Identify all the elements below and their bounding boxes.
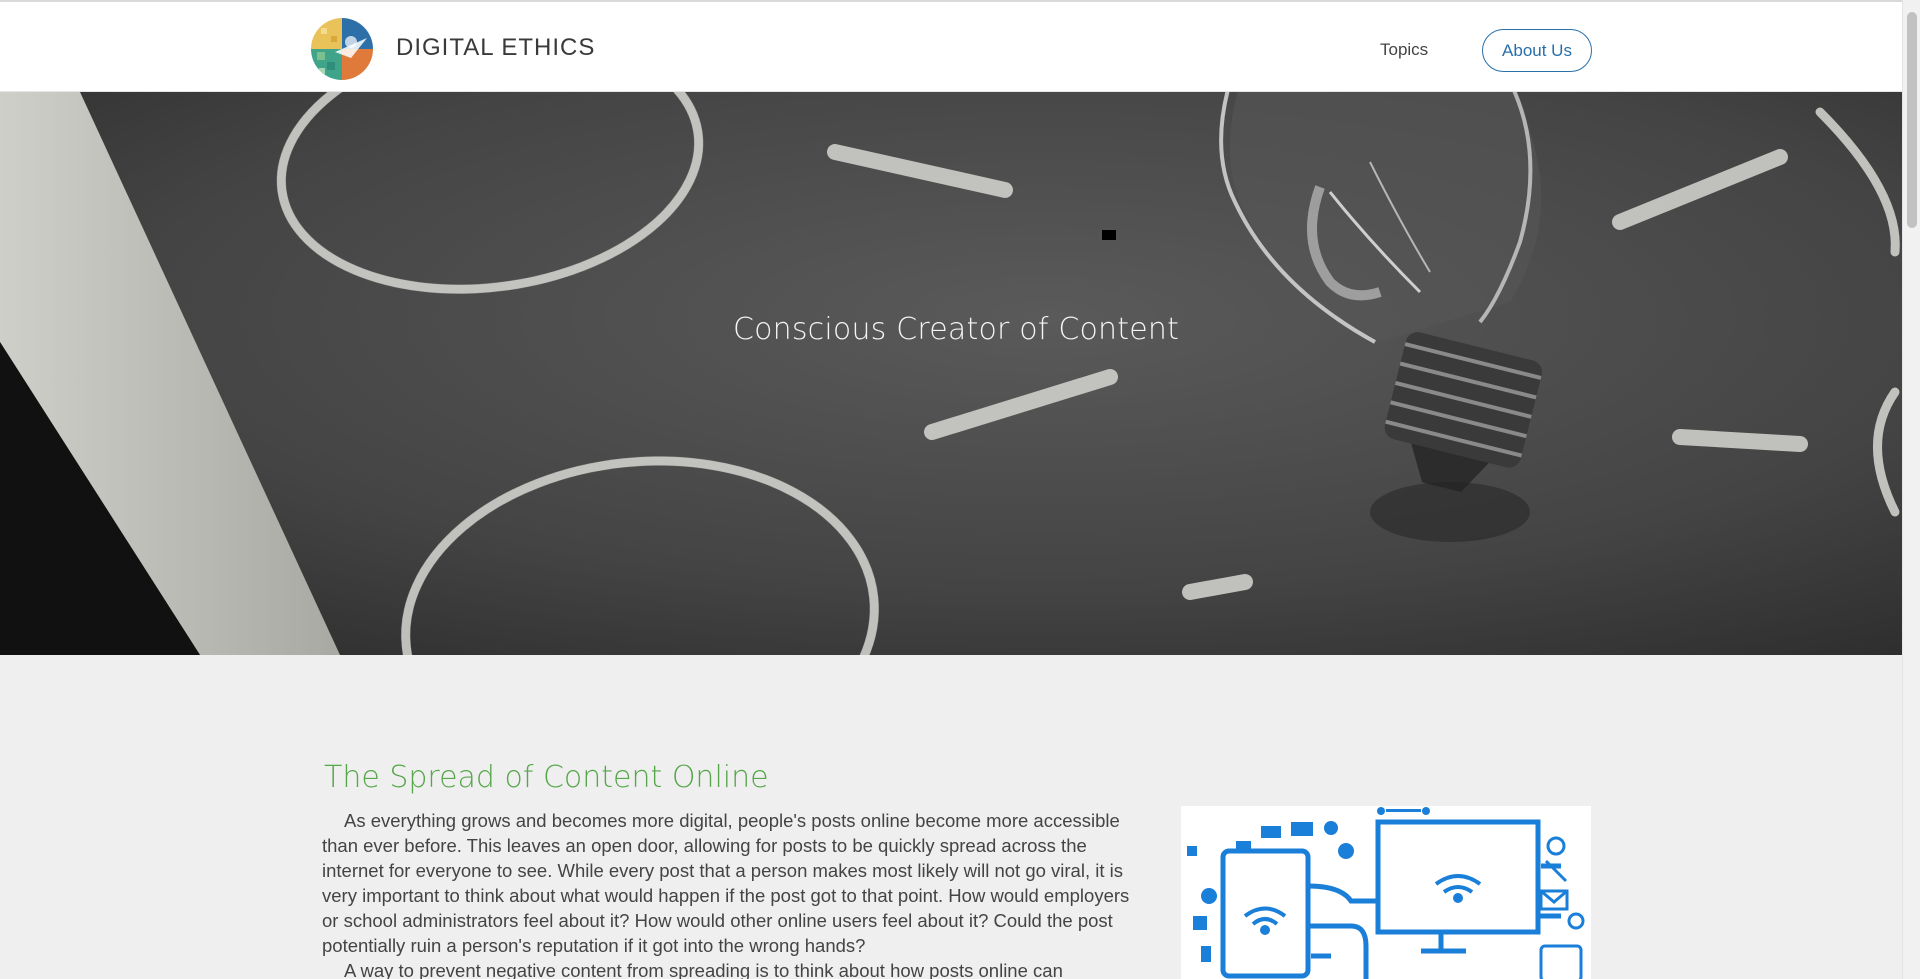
wifi-icon: [1243, 874, 1482, 935]
at-icon: [1546, 836, 1566, 856]
logo-icon[interactable]: [311, 18, 373, 80]
site-title[interactable]: DIGITAL ETHICS: [396, 34, 595, 62]
nav-topics-link[interactable]: Topics: [1380, 40, 1428, 60]
site-header: DIGITAL ETHICS Topics About Us: [0, 0, 1902, 92]
devices-illustration: [1181, 806, 1591, 979]
hero-chalkboard-image: [0, 92, 1902, 655]
section-paragraph-2: A way to prevent negative content from s…: [344, 960, 1063, 979]
hero-title: Conscious Creator of Content: [732, 312, 1180, 347]
section-title: The Spread of Content Online: [324, 760, 769, 795]
scrollbar-thumb[interactable]: [1907, 12, 1917, 228]
page-scrollbar[interactable]: [1902, 0, 1920, 979]
tablet-icon: [1220, 848, 1311, 979]
section-paragraph: As everything grows and becomes more dig…: [322, 810, 1130, 956]
hero-banner: Conscious Creator of Content: [0, 92, 1902, 655]
nav-about-button[interactable]: About Us: [1482, 29, 1592, 72]
